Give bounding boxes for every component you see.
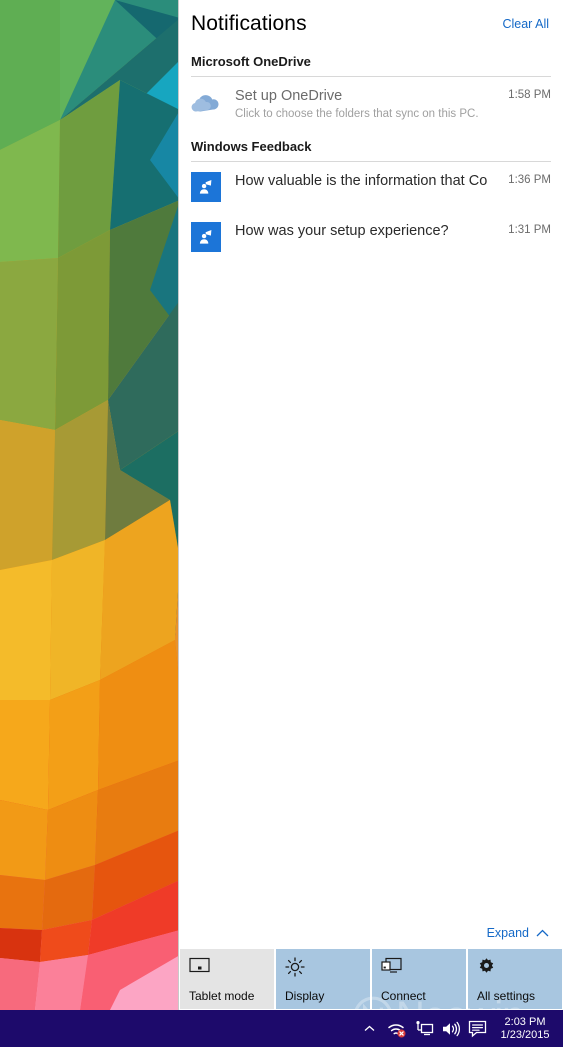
action-center-footer: Expand Tablet mode Display Connect All s… (179, 923, 563, 1010)
expand-label: Expand (486, 925, 529, 940)
notification-title: Set up OneDrive (235, 88, 343, 104)
quick-action-label: Connect (381, 989, 426, 1003)
quick-action-label: Tablet mode (189, 989, 255, 1003)
page-title: Notifications (191, 12, 307, 35)
quick-action-connect[interactable]: Connect (372, 949, 466, 1009)
quick-action-tablet-mode[interactable]: Tablet mode (180, 949, 274, 1009)
action-center-icon[interactable] (464, 1010, 491, 1047)
taskbar: 2:03 PM 1/23/2015 (0, 1010, 563, 1047)
notifications-list: Microsoft OneDrive Set up OneDrive Click… (179, 48, 563, 923)
expand-row: Expand (179, 923, 563, 949)
onedrive-cloud-icon (191, 87, 221, 117)
quick-action-label: Display (285, 989, 325, 1003)
group-title: Microsoft OneDrive (191, 54, 311, 69)
network-ethernet-icon[interactable] (410, 1010, 437, 1047)
quick-action-display[interactable]: Display (276, 949, 370, 1009)
group-title: Windows Feedback (191, 139, 312, 154)
tablet-mode-icon (189, 957, 267, 979)
wifi-error-icon[interactable] (383, 1010, 410, 1047)
action-center-panel: Notifications Clear All Microsoft OneDri… (178, 0, 563, 1010)
notification-text: Set up OneDrive Click to choose the fold… (235, 87, 500, 123)
taskbar-clock[interactable]: 2:03 PM 1/23/2015 (491, 1016, 563, 1042)
notification-group: Windows Feedback How valuable is the inf… (179, 133, 563, 262)
notification-timestamp: 1:31 PM (508, 224, 551, 236)
desktop-screen: Notifications Clear All Microsoft OneDri… (0, 0, 563, 1047)
notification-item[interactable]: Set up OneDrive Click to choose the fold… (179, 77, 563, 133)
chevron-up-icon (536, 929, 549, 936)
notification-item[interactable]: How valuable is the information that Co … (179, 162, 563, 212)
notification-subtitle: Click to choose the folders that sync on… (235, 108, 479, 120)
action-center-header: Notifications Clear All (179, 0, 563, 48)
quick-action-all-settings[interactable]: All settings (468, 949, 562, 1009)
wallpaper-polygons (0, 0, 180, 1010)
volume-icon[interactable] (437, 1010, 464, 1047)
gear-icon (477, 957, 555, 979)
notification-timestamp: 1:58 PM (508, 89, 551, 101)
desktop-wallpaper[interactable] (0, 0, 180, 1010)
notification-timestamp: 1:36 PM (508, 174, 551, 186)
notification-title: How valuable is the information that Co (235, 173, 488, 189)
connect-display-icon (381, 957, 459, 979)
quick-actions-grid: Tablet mode Display Connect All settings (179, 949, 563, 1010)
notification-item[interactable]: How was your setup experience? 1:31 PM (179, 212, 563, 262)
clock-date: 1/23/2015 (500, 1028, 550, 1041)
show-hidden-icons-chevron-up-icon[interactable] (356, 1010, 383, 1047)
expand-button[interactable]: Expand (487, 926, 549, 940)
system-tray: 2:03 PM 1/23/2015 (356, 1010, 563, 1047)
brightness-icon (285, 957, 363, 979)
windows-feedback-icon (191, 222, 221, 252)
clock-time: 2:03 PM (504, 1015, 546, 1028)
notification-text: How valuable is the information that Co (235, 172, 500, 191)
windows-feedback-icon (191, 172, 221, 202)
clear-all-button[interactable]: Clear All (502, 17, 549, 31)
notification-text: How was your setup experience? (235, 222, 500, 241)
notification-title: How was your setup experience? (235, 223, 449, 239)
notification-group: Microsoft OneDrive Set up OneDrive Click… (179, 48, 563, 133)
quick-action-label: All settings (477, 989, 536, 1003)
